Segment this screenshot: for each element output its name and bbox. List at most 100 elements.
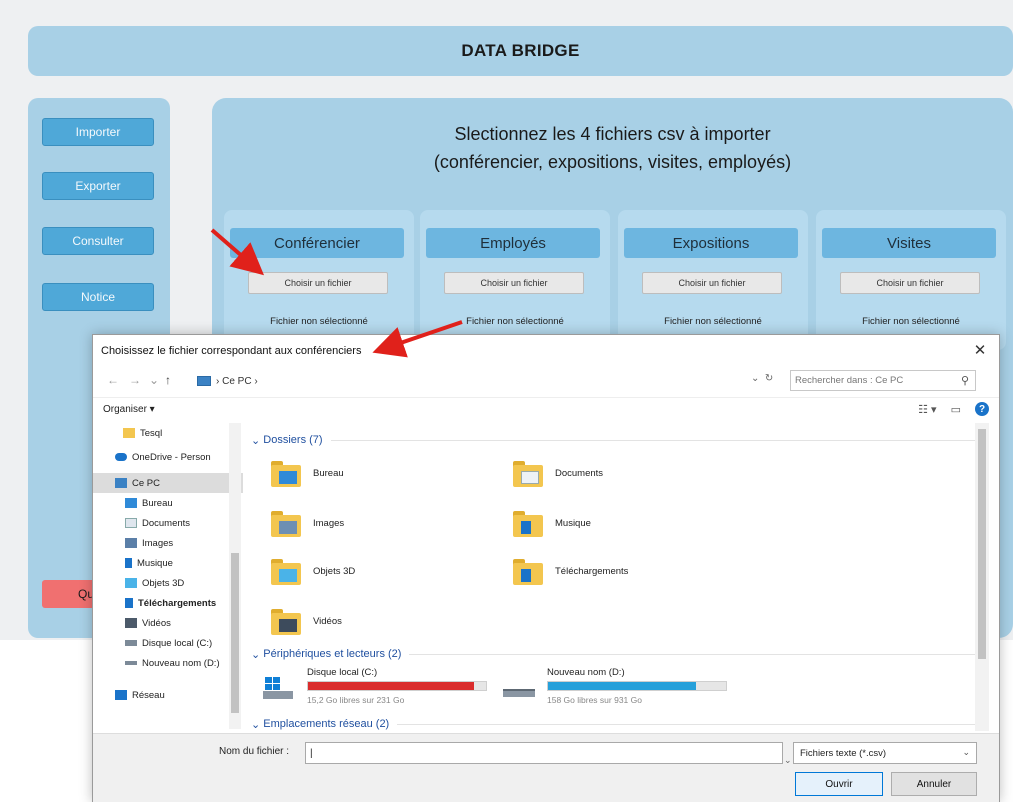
drive-item-d[interactable]: Nouveau nom (D:) 158 Go libres sur 931 G…	[501, 667, 741, 707]
file-status: Fichier non sélectionné	[270, 316, 368, 327]
content-pane: ⌄ Dossiers (7) Bureau Documents Images M…	[245, 423, 989, 731]
content-scrollbar[interactable]	[975, 423, 989, 731]
dialog-footer: Nom du fichier : | ⌄ Fichiers texte (*.c…	[93, 733, 999, 802]
videos-icon	[125, 618, 137, 628]
filename-input[interactable]: | ⌄	[305, 742, 792, 765]
tree-item-reseau[interactable]: Réseau	[93, 685, 243, 705]
choose-file-button[interactable]: Choisir un fichier	[840, 272, 980, 294]
filetype-select[interactable]: Fichiers texte (*.csv) ⌄	[793, 742, 977, 764]
network-icon	[115, 690, 127, 700]
folder-item-bureau[interactable]: Bureau	[271, 453, 344, 493]
card-visites: Visites Choisir un fichier Fichier non s…	[816, 210, 1006, 350]
file-status: Fichier non sélectionné	[466, 316, 564, 327]
folder-item-images[interactable]: Images	[271, 503, 344, 543]
folder-item-videos[interactable]: Vidéos	[271, 601, 342, 641]
tree-item-disque-d[interactable]: Nouveau nom (D:)	[93, 653, 243, 673]
drive-free-space: 158 Go libres sur 931 Go	[547, 695, 642, 705]
objects3d-folder-icon	[271, 557, 301, 585]
drive-name: Disque local (C:)	[307, 667, 378, 678]
view-options-icon[interactable]: ☷ ▾	[918, 403, 936, 416]
group-header-devices[interactable]: ⌄ Périphériques et lecteurs (2)	[251, 645, 977, 663]
dialog-titlebar: Choisissez le fichier correspondant aux …	[93, 335, 999, 367]
tree-item-telechargements[interactable]: Téléchargements	[93, 593, 243, 613]
file-status: Fichier non sélectionné	[664, 316, 762, 327]
export-button[interactable]: Exporter	[42, 172, 154, 200]
pc-icon	[197, 376, 211, 386]
organize-menu[interactable]: Organiser ▾	[103, 404, 155, 415]
drive-usage-bar	[307, 681, 487, 691]
folder-item-documents[interactable]: Documents	[513, 453, 603, 493]
card-conferencier: Conférencier Choisir un fichier Fichier …	[224, 210, 414, 350]
dialog-toolbar: Organiser ▾ ☷ ▾ ▭ ?	[93, 397, 999, 423]
filename-label: Nom du fichier :	[219, 746, 290, 757]
card-employes: Employés Choisir un fichier Fichier non …	[420, 210, 610, 350]
images-folder-icon	[271, 509, 301, 537]
close-icon[interactable]: ✕	[971, 341, 989, 359]
app-title: DATA BRIDGE	[461, 41, 580, 60]
chevron-down-icon[interactable]: ⌄	[784, 755, 792, 766]
group-header-network[interactable]: ⌄ Emplacements réseau (2)	[251, 715, 977, 731]
help-icon[interactable]: ?	[975, 402, 989, 416]
chevron-down-icon: ⌄	[251, 648, 264, 661]
tree-item-images[interactable]: Images	[93, 533, 243, 553]
card-title: Employés	[426, 228, 600, 258]
downloads-icon	[125, 598, 133, 608]
content-scrollbar-thumb[interactable]	[978, 429, 986, 659]
videos-folder-icon	[271, 607, 301, 635]
tree-scrollbar-thumb[interactable]	[231, 553, 239, 713]
main-title: Slectionnez les 4 fichiers csv à importe…	[433, 124, 792, 172]
address-row: ← → ⌄ ↑ › Ce PC › ⌄ ↻ Rechercher dans : …	[93, 369, 999, 393]
choose-file-button[interactable]: Choisir un fichier	[642, 272, 782, 294]
music-folder-icon	[513, 509, 543, 537]
drive-icon	[503, 689, 535, 697]
card-title: Conférencier	[230, 228, 404, 258]
search-input[interactable]: Rechercher dans : Ce PC ⚲	[790, 370, 976, 391]
address-bar[interactable]: › Ce PC ›	[197, 371, 783, 391]
card-title: Expositions	[624, 228, 798, 258]
images-icon	[125, 538, 137, 548]
file-open-dialog: Choisissez le fichier correspondant aux …	[92, 334, 1000, 802]
card-expositions: Expositions Choisir un fichier Fichier n…	[618, 210, 808, 350]
folder-item-objets-3d[interactable]: Objets 3D	[271, 551, 355, 591]
forward-arrow-icon[interactable]: →	[129, 373, 141, 387]
pc-icon	[115, 478, 127, 488]
import-button[interactable]: Importer	[42, 118, 154, 146]
folder-item-telechargements[interactable]: Téléchargements	[513, 551, 628, 591]
chevron-down-icon: ⌄	[251, 718, 264, 731]
back-arrow-icon[interactable]: ←	[107, 373, 119, 387]
chevron-down-icon: ⌄	[962, 747, 970, 757]
preview-pane-icon[interactable]: ▭	[951, 403, 961, 416]
tree-item-musique[interactable]: Musique	[93, 553, 243, 573]
desktop-folder-icon	[271, 459, 301, 487]
drive-name: Nouveau nom (D:)	[547, 667, 625, 678]
choose-file-button[interactable]: Choisir un fichier	[444, 272, 584, 294]
consult-button[interactable]: Consulter	[42, 227, 154, 255]
notice-button[interactable]: Notice	[42, 283, 154, 311]
cancel-button[interactable]: Annuler	[891, 772, 977, 796]
documents-folder-icon	[513, 459, 543, 487]
navigation-tree: Tesql OneDrive - Person Ce PC Bureau Doc…	[93, 423, 243, 731]
tree-item-ce-pc[interactable]: Ce PC	[93, 473, 243, 493]
group-header-folders[interactable]: ⌄ Dossiers (7)	[251, 431, 977, 449]
documents-icon	[125, 518, 137, 528]
choose-file-button[interactable]: Choisir un fichier	[248, 272, 388, 294]
refresh-icon[interactable]: ⌄ ↻	[751, 373, 773, 384]
tree-item-onedrive[interactable]: OneDrive - Person	[93, 447, 243, 467]
chevron-down-icon[interactable]: ⌄	[149, 373, 159, 387]
tree-scrollbar[interactable]	[229, 423, 241, 729]
up-arrow-icon[interactable]: ↑	[165, 373, 171, 387]
drive-item-c[interactable]: Disque local (C:) 15,2 Go libres sur 231…	[261, 667, 501, 707]
cloud-icon	[115, 453, 127, 461]
search-icon: ⚲	[960, 375, 969, 387]
tree-item-documents[interactable]: Documents	[93, 513, 243, 533]
disk-icon	[125, 661, 137, 665]
tree-item-disque-c[interactable]: Disque local (C:)	[93, 633, 243, 653]
music-icon	[125, 558, 132, 568]
open-button[interactable]: Ouvrir	[795, 772, 883, 796]
folder-item-musique[interactable]: Musique	[513, 503, 591, 543]
tree-item-objets-3d[interactable]: Objets 3D	[93, 573, 243, 593]
drive-usage-bar	[547, 681, 727, 691]
tree-item-bureau[interactable]: Bureau	[93, 493, 243, 513]
tree-item-videos[interactable]: Vidéos	[93, 613, 243, 633]
tree-item-tesql[interactable]: Tesql	[93, 423, 243, 443]
